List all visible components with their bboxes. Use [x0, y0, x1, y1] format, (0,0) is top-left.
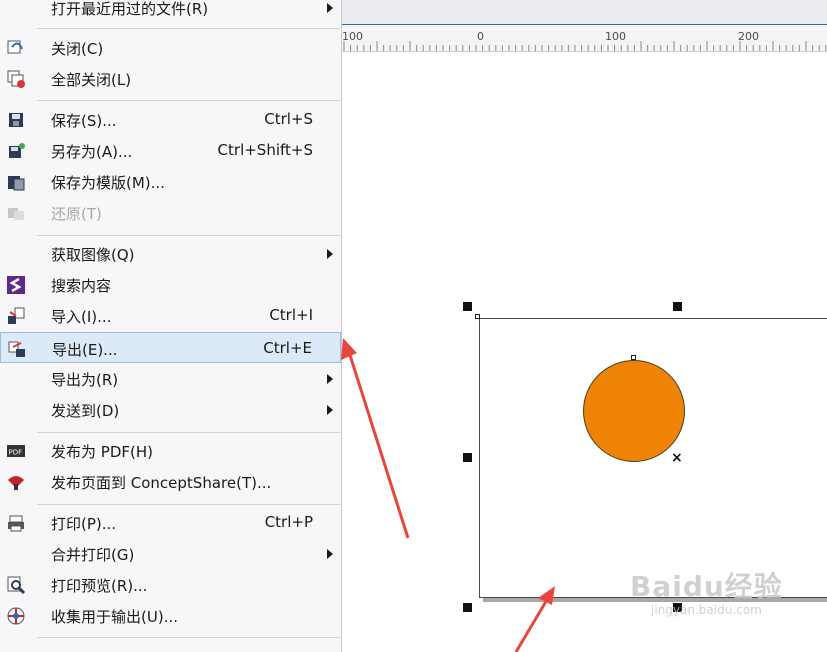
ruler-label: 100 — [342, 30, 363, 43]
menu-item-shortcut: Ctrl+E — [263, 339, 312, 357]
conceptshare-icon — [6, 472, 26, 492]
menu-item[interactable]: 合并打印(G) — [0, 538, 341, 569]
menu-item: 还原(T) — [0, 197, 341, 228]
selection-handle[interactable] — [463, 453, 472, 462]
baidu-watermark: Baidu经验 jingyan.baidu.com — [630, 565, 783, 617]
menu-item-label: 导入(I)... — [51, 308, 112, 326]
menu-item-shortcut: Ctrl+P — [264, 513, 313, 531]
menu-item-label: 导出(E)... — [52, 341, 118, 359]
watermark-main: Baidu经验 — [630, 570, 783, 603]
save-icon — [6, 110, 26, 130]
menu-item[interactable]: 导入(I)... Ctrl+I — [0, 300, 341, 331]
submenu-arrow-icon — [327, 374, 333, 384]
menu-item-label: 发送到(D) — [51, 402, 120, 420]
menu-item-label: 打印(P)... — [51, 515, 117, 533]
menu-item-shortcut: Ctrl+I — [269, 306, 313, 324]
collect-for-output-icon — [6, 606, 26, 626]
watermark-sub: jingyan.baidu.com — [651, 603, 762, 617]
menu-item-label: 打印预览(R)... — [51, 577, 148, 595]
drawing-canvas[interactable]: 100 0 100 200 — [342, 0, 827, 652]
svg-text:PDF: PDF — [9, 449, 23, 457]
selection-handle[interactable] — [463, 603, 472, 612]
menu-item[interactable]: 发送到(D) — [0, 394, 341, 425]
menu-separator — [37, 432, 340, 433]
submenu-arrow-icon — [327, 405, 333, 415]
menu-item-label: 发布为 PDF(H) — [51, 443, 153, 461]
pdf-icon: PDF — [6, 441, 26, 461]
menu-item[interactable]: 全部关闭(L) — [0, 63, 341, 94]
close-all-icon — [6, 69, 26, 89]
menu-item[interactable]: 收集用于输出(U)... — [0, 600, 341, 631]
print-icon — [6, 513, 26, 533]
ruler-label: 200 — [738, 30, 759, 43]
submenu-arrow-icon — [327, 3, 333, 13]
menu-separator — [37, 28, 340, 29]
node-handle[interactable] — [475, 314, 480, 319]
menu-item[interactable]: 导出为(R) — [0, 363, 341, 394]
menu-item[interactable]: 获取图像(Q) — [0, 238, 341, 269]
revert-icon — [6, 203, 26, 223]
menu-item-label: 导出为(R) — [51, 371, 119, 389]
menu-item-label: 另存为(A)... — [51, 143, 133, 161]
import-icon — [6, 306, 26, 326]
submenu-arrow-icon — [327, 249, 333, 259]
selection-handle[interactable] — [463, 302, 472, 311]
node-handle[interactable] — [631, 355, 636, 360]
menu-item[interactable]: 导出(E)... Ctrl+E — [0, 332, 341, 363]
selection-handle[interactable] — [673, 302, 682, 311]
search-content-icon — [6, 275, 26, 295]
menu-item[interactable]: 打开最近用过的文件(R) — [0, 0, 341, 23]
menu-item-label: 搜索内容 — [51, 277, 112, 295]
menu-item-label: 打开最近用过的文件(R) — [51, 0, 209, 18]
menu-item-label: 保存(S)... — [51, 112, 117, 130]
center-x-marker: × — [671, 450, 683, 466]
menu-item[interactable]: 打印(P)... Ctrl+P — [0, 507, 341, 538]
menu-item-label: 收集用于输出(U)... — [51, 608, 178, 626]
menu-item-label: 关闭(C) — [51, 40, 104, 58]
menu-item-label: 保存为模版(M)... — [51, 174, 165, 192]
menu-item-shortcut: Ctrl+S — [264, 110, 313, 128]
menu-item[interactable]: 打印预览(R)... — [0, 569, 341, 600]
menu-item[interactable]: PDF 发布为 PDF(H) — [0, 435, 341, 466]
menu-item-label: 合并打印(G) — [51, 546, 135, 564]
menu-separator — [37, 100, 340, 101]
menu-item-shortcut: Ctrl+Shift+S — [217, 141, 313, 159]
orange-circle-shape[interactable] — [583, 360, 685, 462]
menu-item[interactable]: 另存为(A)... Ctrl+Shift+S — [0, 135, 341, 166]
ruler-label: 100 — [605, 30, 626, 43]
menu-item[interactable]: 发布页面到 ConceptShare(T)... — [0, 466, 341, 497]
save-template-icon — [6, 172, 26, 192]
menu-item-label: 获取图像(Q) — [51, 246, 135, 264]
menu-item[interactable]: 保存为模版(M)... — [0, 166, 341, 197]
save-as-icon — [6, 141, 26, 161]
submenu-arrow-icon — [327, 549, 333, 559]
file-menu: 打开最近用过的文件(R) 关闭(C) 全部关闭(L) 保存(S)... Ctrl+S 另存… — [0, 0, 342, 652]
print-preview-icon — [6, 575, 26, 595]
close-document-icon — [6, 38, 26, 58]
toolbar-strip — [342, 0, 827, 25]
menu-separator — [37, 504, 340, 505]
horizontal-ruler[interactable]: 100 0 100 200 — [342, 25, 827, 52]
menu-item[interactable]: 关闭(C) — [0, 32, 341, 63]
menu-item[interactable]: 搜索内容 — [0, 269, 341, 300]
ruler-label: 0 — [477, 30, 484, 43]
menu-item[interactable]: 保存(S)... Ctrl+S — [0, 104, 341, 135]
menu-item-label: 全部关闭(L) — [51, 71, 132, 89]
export-icon — [7, 339, 27, 359]
menu-separator — [37, 235, 340, 236]
menu-item-label: 发布页面到 ConceptShare(T)... — [51, 474, 272, 492]
menu-item-label: 还原(T) — [51, 205, 102, 223]
menu-separator — [37, 637, 340, 638]
